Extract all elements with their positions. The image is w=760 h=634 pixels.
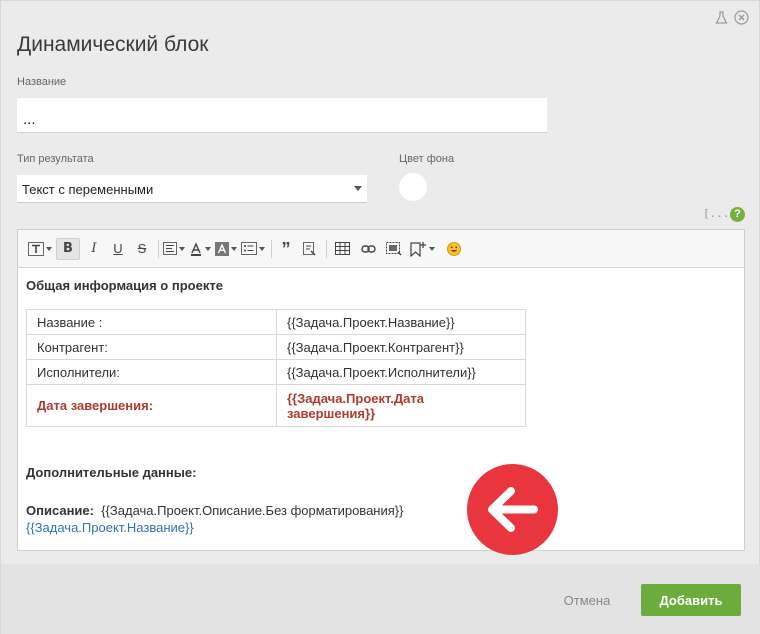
description-value: {{Задача.Проект.Описание.Без форматирова… xyxy=(101,503,404,518)
close-icon[interactable] xyxy=(734,10,749,25)
add-button[interactable]: Добавить xyxy=(641,584,741,616)
table-row: Контрагент: {{Задача.Проект.Контрагент}} xyxy=(26,334,526,360)
bg-color-swatch[interactable] xyxy=(399,173,427,201)
toolbar-divider xyxy=(326,239,327,258)
description-label: Описание: xyxy=(26,503,94,518)
table-cell-value: {{Задача.Проект.Контрагент}} xyxy=(276,334,526,360)
description-block: Описание: {{Задача.Проект.Описание.Без ф… xyxy=(26,502,736,536)
font-color-icon[interactable] xyxy=(189,238,211,260)
dynamic-block-dialog: Динамический блок Название Тип результат… xyxy=(0,0,760,634)
toolbar-divider xyxy=(158,239,159,258)
list-icon[interactable] xyxy=(241,238,265,260)
table-row: Название : {{Задача.Проект.Название}} xyxy=(26,309,526,335)
align-icon[interactable] xyxy=(163,238,185,260)
image-icon[interactable] xyxy=(383,238,405,260)
chevron-down-icon xyxy=(354,186,362,191)
name-input[interactable] xyxy=(17,98,547,133)
result-type-label: Тип результата xyxy=(17,153,94,165)
table-cell-value: {{Задача.Проект.Дата завершения}} xyxy=(276,384,526,427)
extra-heading: Дополнительные данные: xyxy=(26,465,197,480)
table-cell-key: Название : xyxy=(26,309,277,335)
text-style-icon[interactable] xyxy=(28,238,52,260)
name-variable-link[interactable]: {{Задача.Проект.Название}} xyxy=(26,520,194,535)
emoji-icon[interactable] xyxy=(443,238,465,260)
result-type-value: Текст с переменными xyxy=(22,182,154,197)
table-cell-key: Контрагент: xyxy=(26,334,277,360)
italic-icon[interactable]: I xyxy=(84,238,104,260)
flask-icon[interactable] xyxy=(715,10,728,25)
content-heading: Общая информация о проекте xyxy=(26,278,223,293)
editor-content[interactable]: Общая информация о проекте Название : {{… xyxy=(18,268,744,536)
table-cell-key: Исполнители: xyxy=(26,359,277,385)
underline-icon[interactable]: U xyxy=(108,238,128,260)
rich-text-editor: B I U S ” Общая информация о проекте Наз… xyxy=(17,229,745,551)
table-cell-value: {{Задача.Проект.Название}} xyxy=(276,309,526,335)
cancel-button[interactable]: Отмена xyxy=(553,584,621,616)
help-icon[interactable]: ? xyxy=(730,207,745,222)
editor-toolbar: B I U S ” xyxy=(18,230,744,268)
quote-icon[interactable]: ” xyxy=(276,238,296,260)
bg-color-label: Цвет фона xyxy=(399,153,455,165)
table-cell-value: {{Задача.Проект.Исполнители}} xyxy=(276,359,526,385)
clear-format-icon[interactable] xyxy=(300,238,320,260)
toolbar-divider xyxy=(271,239,272,258)
link-icon[interactable] xyxy=(357,238,379,260)
arrow-left-icon xyxy=(467,464,558,555)
table-row: Исполнители: {{Задача.Проект.Исполнители… xyxy=(26,359,526,385)
dialog-title: Динамический блок xyxy=(17,33,209,56)
insert-icon[interactable] xyxy=(409,238,435,260)
strikethrough-icon[interactable]: S xyxy=(132,238,152,260)
table-cell-key: Дата завершения: xyxy=(26,384,277,427)
top-icons xyxy=(715,10,749,25)
bg-color-icon[interactable] xyxy=(215,238,237,260)
result-type-select[interactable]: Текст с переменными xyxy=(17,175,367,203)
project-info-table: Название : {{Задача.Проект.Название}} Ко… xyxy=(26,309,526,427)
name-label: Название xyxy=(17,76,67,88)
bold-icon[interactable]: B xyxy=(56,237,80,260)
table-icon[interactable] xyxy=(331,238,353,260)
table-row: Дата завершения: {{Задача.Проект.Дата за… xyxy=(26,384,526,427)
